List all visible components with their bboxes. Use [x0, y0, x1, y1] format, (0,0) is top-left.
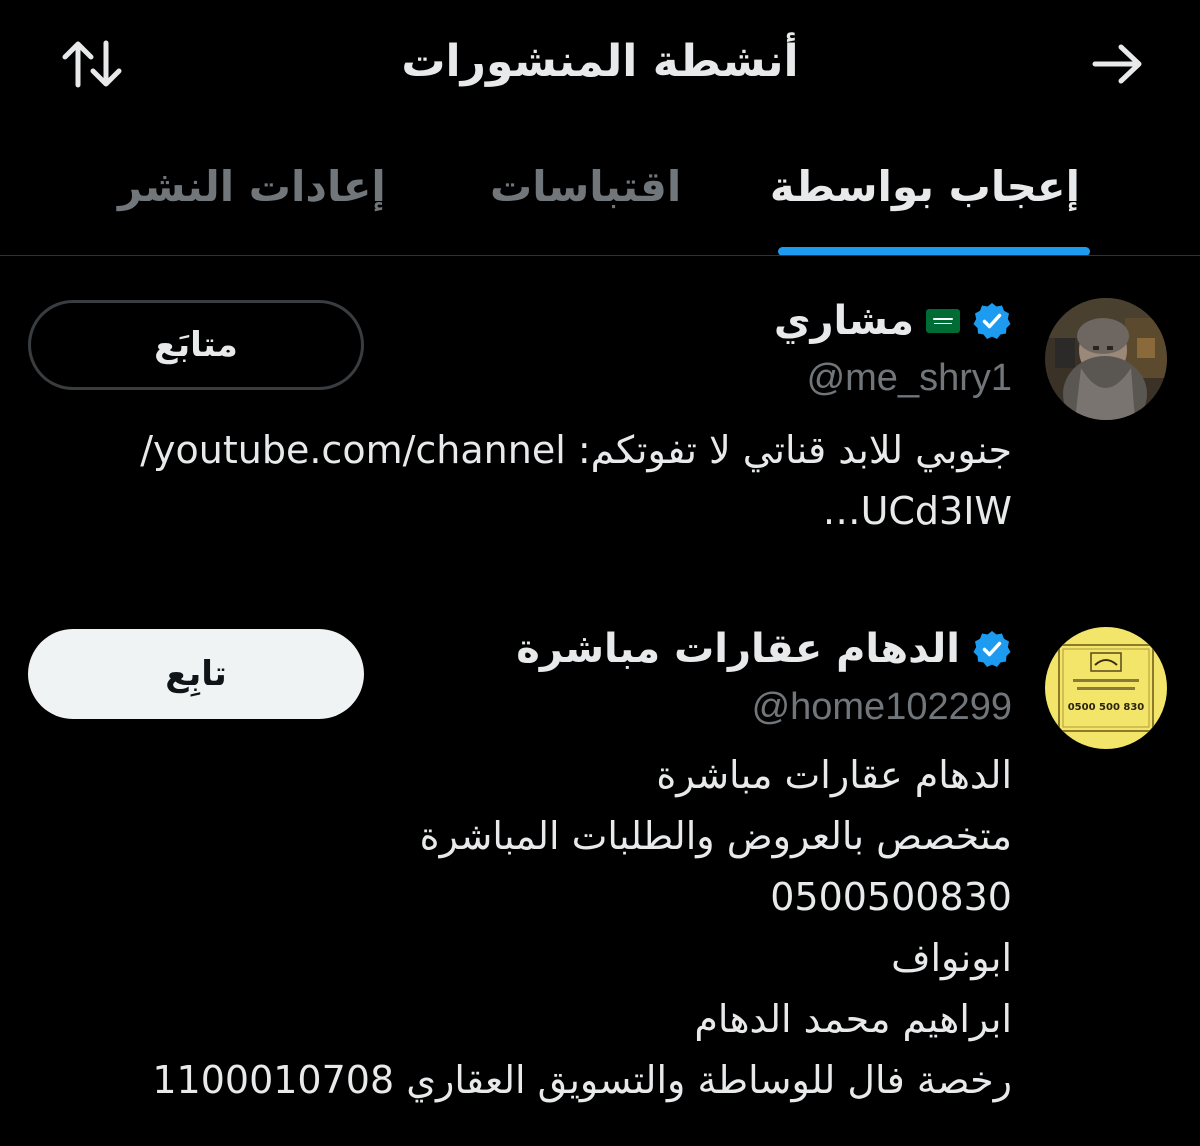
bio-line: ابراهيم محمد الدهام: [694, 997, 1012, 1041]
follow-button[interactable]: تابِع: [28, 629, 364, 719]
top-bar: أنشطة المنشورات: [0, 0, 1200, 130]
bio-line: الدهام عقارات مباشرة: [656, 753, 1012, 797]
tabs-divider: [0, 255, 1200, 256]
display-name: مشاري: [773, 298, 914, 344]
avatar[interactable]: 0500 500 830: [1045, 627, 1167, 749]
bio-line: UCd3IW…: [822, 489, 1012, 533]
following-button[interactable]: متابَع: [28, 300, 364, 390]
user-handle: @me_shry1: [806, 357, 1012, 399]
display-name-row: الدهام عقارات مباشرة: [516, 626, 1012, 672]
verified-badge-icon: [973, 303, 1011, 339]
verified-badge-icon: [973, 631, 1011, 667]
user-bio: الدهام عقارات مباشرة متخصص بالعروض والطل…: [152, 745, 1012, 1111]
tab-liked-by[interactable]: إعجاب بواسطة: [770, 162, 1080, 211]
avatar[interactable]: [1045, 298, 1167, 420]
tab-bar: إعجاب بواسطة اقتباسات إعادات النشر: [0, 140, 1200, 257]
bio-line: متخصص بالعروض والطلبات المباشرة: [419, 814, 1012, 858]
bio-line: رخصة فال للوساطة والتسويق العقاري 110001…: [152, 1058, 1012, 1102]
saudi-flag-icon: [926, 309, 960, 333]
tab-reposts[interactable]: إعادات النشر: [118, 162, 386, 211]
bio-line: 0500500830: [770, 875, 1012, 919]
display-name: الدهام عقارات مباشرة: [516, 626, 960, 672]
tab-quotes[interactable]: اقتباسات: [490, 162, 681, 211]
display-name-row: مشاري: [774, 298, 1012, 344]
sort-button[interactable]: [54, 34, 130, 94]
user-bio: جنوبي للابد قناتي لا تفوتكم: youtube.com…: [140, 420, 1012, 542]
user-handle: @home102299: [751, 686, 1012, 728]
page-title: أنشطة المنشورات: [401, 36, 799, 87]
avatar-phone-text: 0500 500 830: [1068, 702, 1145, 713]
bio-line: ابونواف: [891, 936, 1012, 980]
sort-arrows-icon: [62, 40, 122, 88]
bio-line: جنوبي للابد قناتي لا تفوتكم: youtube.com…: [140, 428, 1012, 472]
